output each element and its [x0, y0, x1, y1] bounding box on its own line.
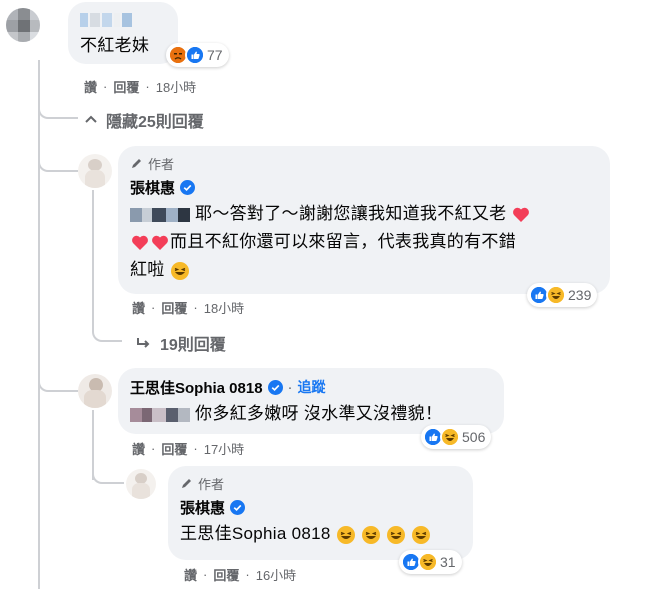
haha-reaction-icon	[440, 427, 460, 447]
thread-curve-reply2	[38, 370, 78, 392]
reply-button[interactable]: 回覆	[213, 565, 239, 584]
comment-actions-reply2: 讚 · 回覆 · 17小時	[132, 439, 245, 458]
reply-arrow-icon	[137, 338, 150, 348]
heart-emoji	[513, 207, 530, 222]
grin-emoji	[361, 525, 380, 544]
haha-reaction-icon	[546, 285, 566, 305]
reaction-summary-reply1[interactable]: 239	[527, 283, 598, 307]
comment-actions-top: 讚 · 回覆 · 18小時	[84, 77, 197, 96]
more-replies-label: 19則回覆	[160, 337, 226, 354]
reaction-count: 239	[568, 287, 592, 303]
timestamp[interactable]: 18小時	[204, 298, 244, 317]
author-tag: 作者	[130, 154, 598, 172]
author-tag: 作者	[180, 474, 461, 492]
timestamp[interactable]: 16小時	[256, 565, 296, 584]
grin-emoji	[411, 525, 430, 544]
mention-link[interactable]: 王思佳Sophia 0818	[180, 524, 331, 543]
reaction-summary-reply2[interactable]: 506	[421, 425, 492, 449]
avatar-author[interactable]	[126, 469, 156, 499]
avatar-author[interactable]	[78, 154, 112, 188]
thread-line-reply1	[92, 190, 94, 330]
thread-curve-reply3	[92, 462, 124, 484]
mention-blurred[interactable]	[130, 204, 195, 223]
timestamp[interactable]: 17小時	[204, 439, 244, 458]
comment-actions-reply1: 讚 · 回覆 · 18小時	[132, 298, 245, 317]
follow-button[interactable]: 追蹤	[298, 377, 326, 397]
thread-curve-reply1	[38, 150, 78, 172]
heart-emoji	[132, 235, 148, 250]
comment-text: 耶～答對了～謝謝您讓我知道我不紅又老 而且不紅你還可以來留言，代表我真的有不錯 …	[130, 200, 598, 284]
like-button[interactable]: 讚	[132, 298, 145, 317]
reaction-count: 77	[207, 47, 223, 63]
mention-blurred[interactable]	[130, 404, 195, 423]
verified-icon	[230, 499, 246, 515]
avatar-sophia[interactable]	[78, 374, 112, 408]
heart-emoji	[152, 235, 168, 250]
comment-bubble-reply1: 作者 張棋惠 耶～答對了～謝謝您讓我知道我不紅又老 而且不紅你還可以來留言，代表…	[118, 146, 610, 294]
author-name[interactable]: 王思佳Sophia 0818	[130, 377, 263, 398]
author-row: 王思佳Sophia 0818 · 追蹤	[130, 377, 326, 398]
verified-icon	[180, 179, 196, 195]
view-more-replies[interactable]: 19則回覆	[136, 331, 226, 355]
author-name[interactable]: 張棋惠	[180, 497, 225, 518]
grin-emoji	[386, 525, 405, 544]
author-row: 張棋惠	[130, 176, 598, 198]
avatar-top-commenter[interactable]	[6, 8, 40, 42]
author-name[interactable]: 張棋惠	[130, 177, 175, 198]
chevron-up-icon	[85, 115, 97, 123]
verified-icon	[267, 379, 283, 395]
like-button[interactable]: 讚	[132, 439, 145, 458]
thread-line-main	[38, 60, 40, 589]
hide-replies-label: 隱藏25則回覆	[106, 114, 204, 131]
haha-reaction-icon	[418, 552, 438, 572]
comment-text: 王思佳Sophia 0818	[180, 520, 461, 548]
like-reaction-icon	[185, 45, 205, 65]
comment-bubble-reply3: 作者 張棋惠 王思佳Sophia 0818	[168, 466, 473, 560]
reaction-summary-reply3[interactable]: 31	[399, 550, 462, 574]
grin-emoji	[170, 261, 189, 280]
author-row: 張棋惠	[180, 496, 461, 518]
reaction-count: 31	[440, 554, 456, 570]
comment-actions-reply3: 讚 · 回覆 · 16小時	[184, 565, 297, 584]
comment-bubble-top: 不紅老妹	[68, 2, 178, 64]
hide-replies-toggle[interactable]: 隱藏25則回覆	[84, 108, 204, 132]
reaction-summary-top[interactable]: 77	[166, 43, 229, 67]
reaction-count: 506	[462, 429, 486, 445]
like-button[interactable]: 讚	[184, 565, 197, 584]
grin-emoji	[336, 525, 355, 544]
commenter-name-blurred[interactable]	[80, 10, 166, 30]
reply-button[interactable]: 回覆	[161, 439, 187, 458]
like-button[interactable]: 讚	[84, 77, 97, 96]
reply-button[interactable]: 回覆	[161, 298, 187, 317]
pencil-icon	[182, 478, 191, 488]
pencil-icon	[132, 158, 141, 168]
thread-curve-19	[92, 320, 122, 342]
timestamp[interactable]: 18小時	[156, 77, 196, 96]
thread-curve-hidden	[38, 95, 78, 119]
reply-button[interactable]: 回覆	[113, 77, 139, 96]
comment-text: 不紅老妹	[80, 36, 150, 55]
comment-text: 你多紅多嫩呀 沒水準又沒禮貌！	[130, 400, 492, 428]
